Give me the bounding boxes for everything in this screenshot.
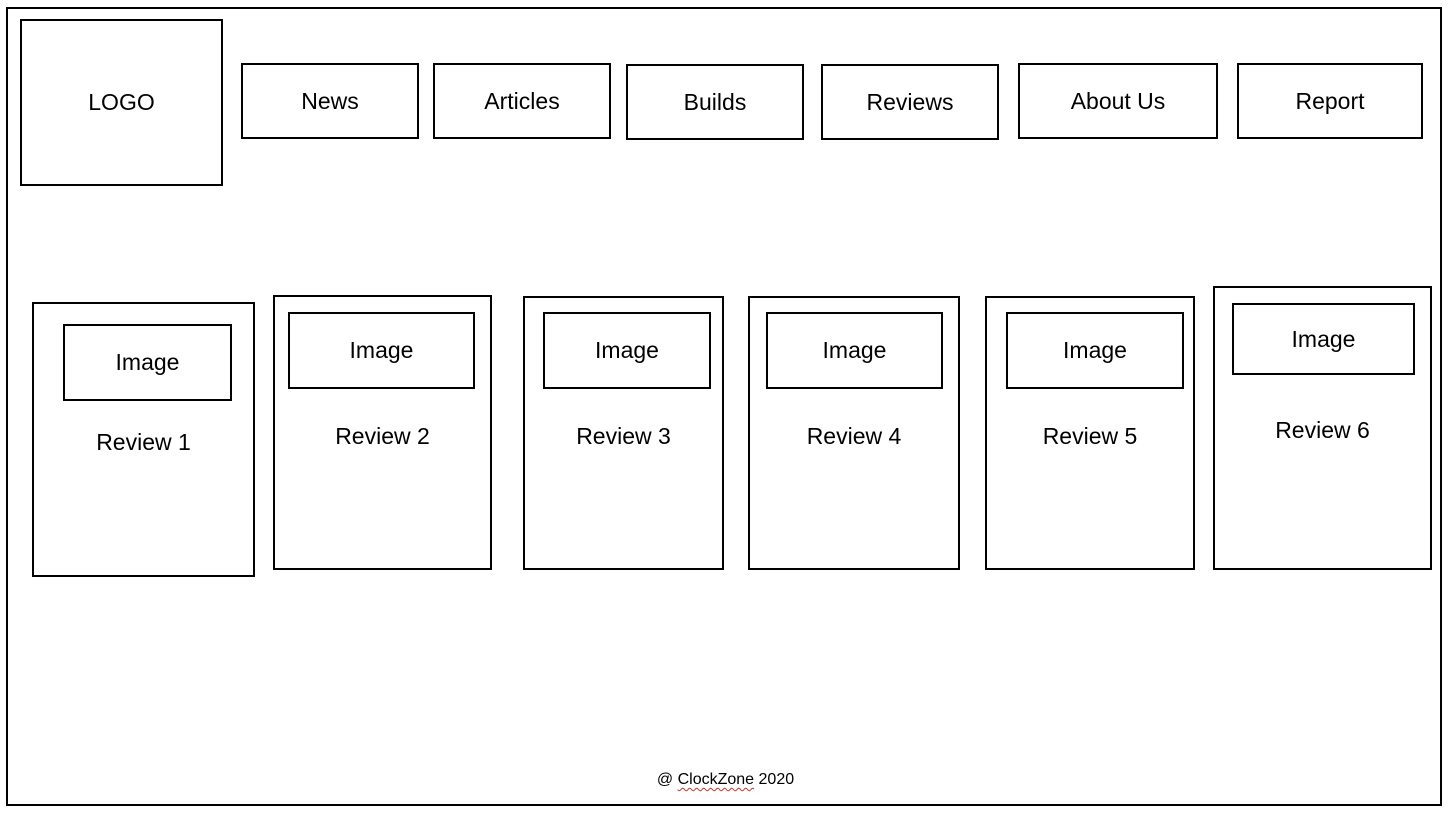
footer-brand: ClockZone bbox=[677, 771, 755, 788]
nav-item-news[interactable]: News bbox=[241, 63, 419, 139]
image-label: Image bbox=[822, 337, 887, 363]
review-card-6[interactable]: Image Review 6 bbox=[1213, 286, 1432, 570]
nav-item-label: Articles bbox=[484, 87, 560, 114]
image-label: Image bbox=[1291, 325, 1356, 352]
image-label: Image bbox=[349, 337, 414, 363]
review-image-placeholder: Image bbox=[766, 312, 943, 389]
review-image-placeholder: Image bbox=[63, 324, 232, 401]
nav-item-articles[interactable]: Articles bbox=[433, 63, 611, 139]
review-title: Review 4 bbox=[806, 423, 902, 449]
image-label: Image bbox=[1063, 337, 1127, 363]
review-title: Review 1 bbox=[96, 429, 191, 455]
nav-item-label: News bbox=[301, 87, 359, 114]
review-title: Review 2 bbox=[335, 423, 430, 449]
review-card-5[interactable]: Image Review 5 bbox=[985, 296, 1195, 570]
nav-item-reviews[interactable]: Reviews bbox=[821, 64, 999, 140]
image-label: Image bbox=[115, 349, 180, 375]
review-title: Review 3 bbox=[576, 423, 671, 449]
review-card-4[interactable]: Image Review 4 bbox=[748, 296, 960, 570]
review-image-placeholder: Image bbox=[1232, 303, 1415, 375]
review-card-3[interactable]: Image Review 3 bbox=[523, 296, 724, 570]
nav-item-label: Report bbox=[1295, 87, 1365, 114]
footer-prefix: @ bbox=[656, 771, 674, 788]
review-image-placeholder: Image bbox=[288, 312, 475, 389]
review-title: Review 5 bbox=[1042, 423, 1138, 449]
review-title: Review 6 bbox=[1275, 417, 1370, 443]
logo-label: LOGO bbox=[88, 89, 155, 115]
nav-item-label: Builds bbox=[683, 88, 747, 115]
logo-placeholder[interactable]: LOGO bbox=[20, 19, 223, 186]
review-card-1[interactable]: Image Review 1 bbox=[32, 302, 255, 577]
nav-item-about-us[interactable]: About Us bbox=[1018, 63, 1218, 139]
image-label: Image bbox=[595, 337, 659, 363]
nav-item-report[interactable]: Report bbox=[1237, 63, 1423, 139]
nav-item-label: About Us bbox=[1070, 87, 1166, 114]
review-card-2[interactable]: Image Review 2 bbox=[273, 295, 492, 570]
footer-copyright: @ ClockZone 2020 bbox=[0, 771, 1451, 789]
nav-item-label: Reviews bbox=[866, 88, 954, 115]
review-image-placeholder: Image bbox=[543, 312, 711, 389]
nav-item-builds[interactable]: Builds bbox=[626, 64, 804, 140]
footer-year: 2020 bbox=[758, 771, 795, 788]
review-image-placeholder: Image bbox=[1006, 312, 1184, 389]
